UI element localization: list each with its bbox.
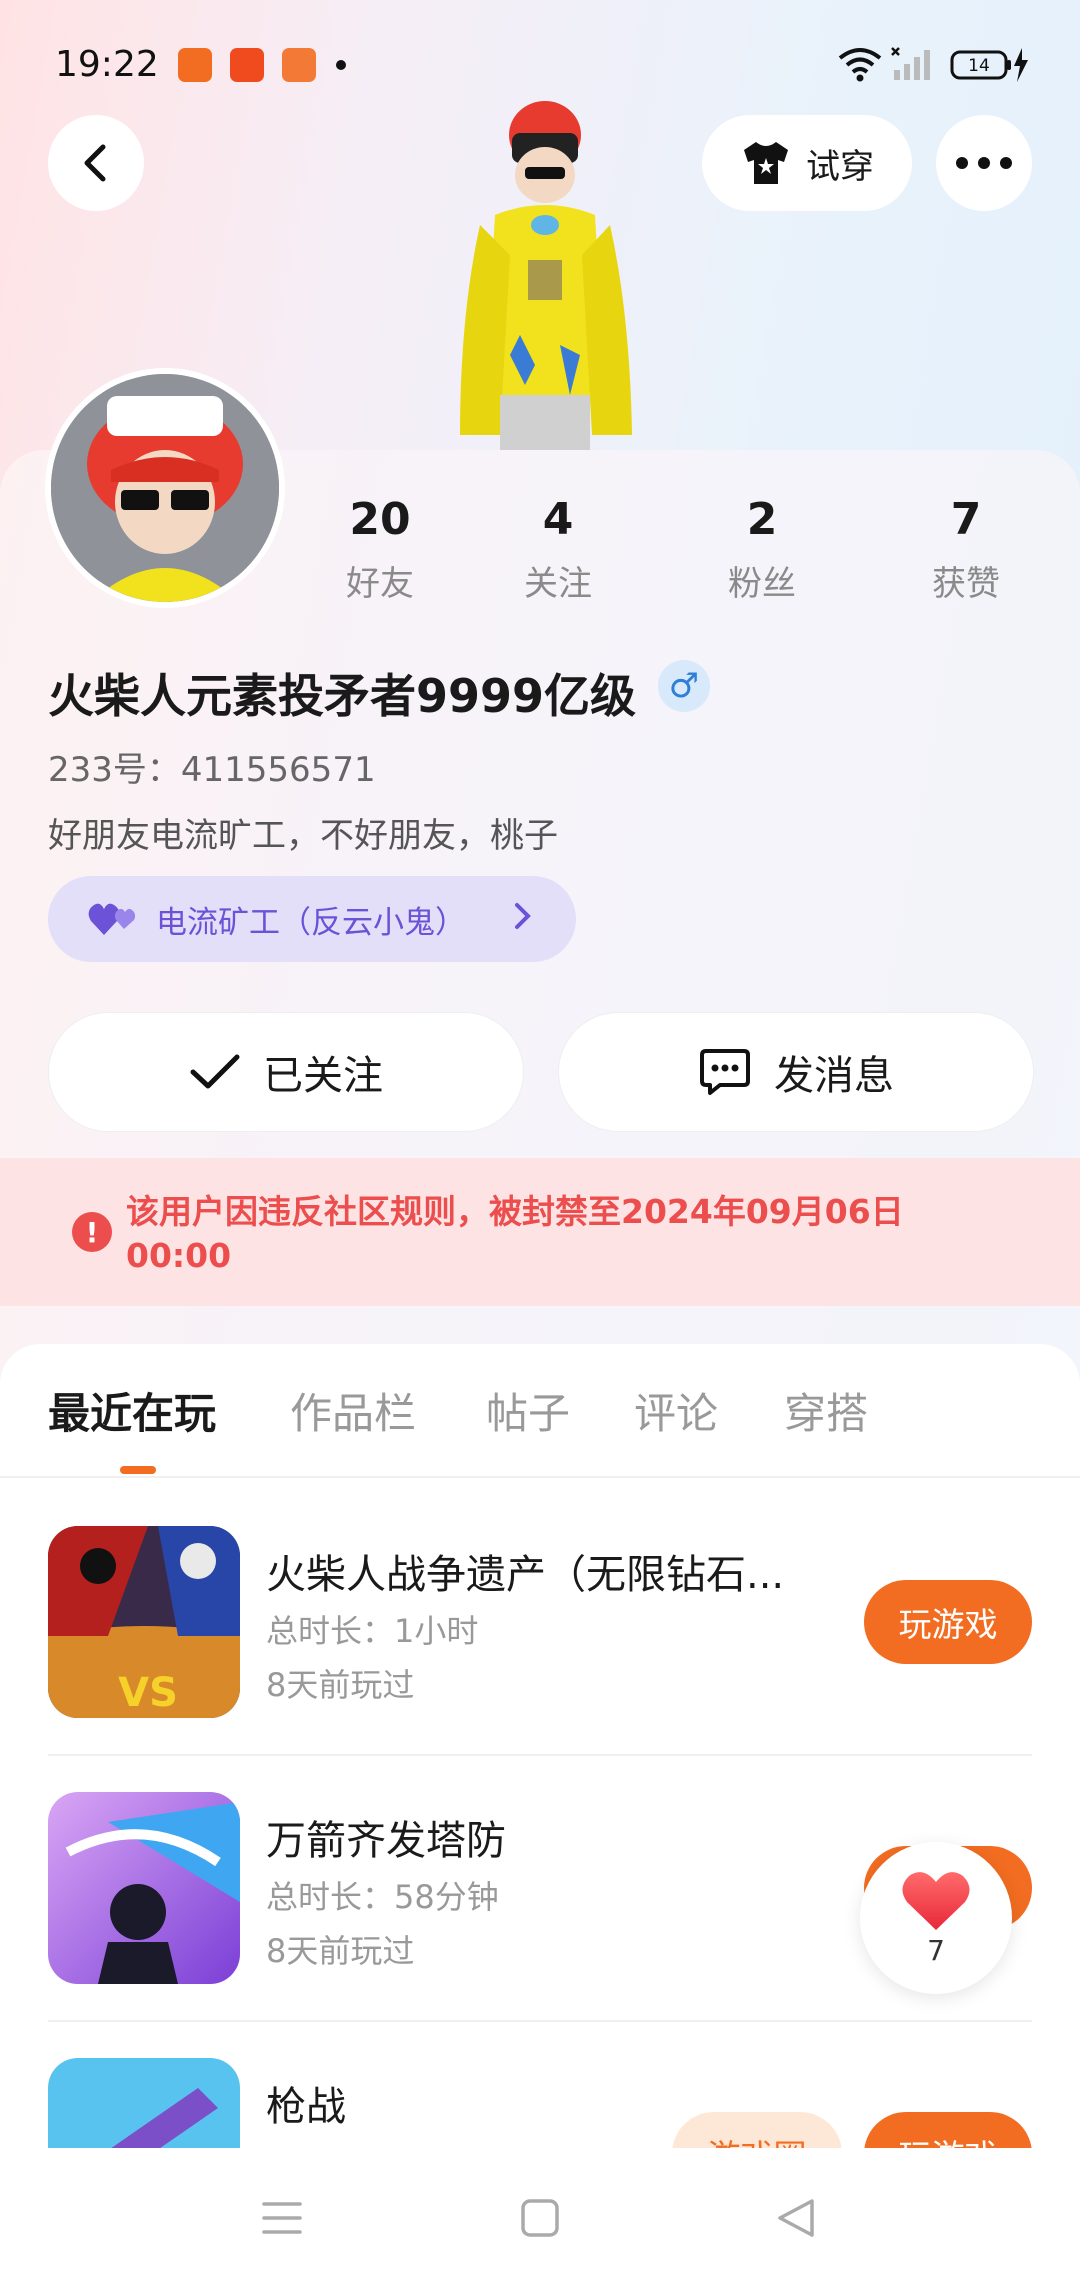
- ban-notice-text: 该用户因违反社区规则，被封禁至2024年09月06日 00:00: [126, 1192, 904, 1275]
- tab-posts[interactable]: 帖子: [486, 1380, 570, 1441]
- vs-logo: VS: [118, 1670, 178, 1716]
- chat-bubble-icon: [700, 1049, 750, 1095]
- game-duration: 总时长：1小时: [266, 1612, 479, 1650]
- game-icon: [48, 1792, 240, 1984]
- divider: [0, 1476, 1080, 1478]
- stat-value: 20: [349, 494, 411, 545]
- more-notifications-dot: [336, 60, 346, 70]
- stat-likes[interactable]: 7 获赞: [886, 492, 1046, 605]
- avatar-image: [51, 374, 279, 602]
- stat-followers[interactable]: 2 粉丝: [682, 492, 842, 605]
- tab-works[interactable]: 作品栏: [290, 1380, 416, 1441]
- stat-value: 4: [542, 494, 574, 545]
- chevron-left-icon: [84, 144, 106, 182]
- game-last-played: 8天前玩过: [266, 1666, 415, 1704]
- like-float-button[interactable]: 7: [860, 1842, 1012, 1994]
- game-last-played: 8天前玩过: [266, 1932, 415, 1970]
- following-label: 已关注: [263, 1053, 383, 1099]
- check-icon: [190, 1054, 240, 1089]
- stats-row: 20 好友 4 关注 2 粉丝 7 获赞: [300, 492, 1060, 622]
- game-duration: 总时长：58分钟: [266, 1878, 499, 1916]
- stat-label: 关注: [524, 564, 592, 604]
- game-title: 火柴人战争遗产（无限钻石...: [266, 1552, 785, 1598]
- signal-icon: [891, 47, 930, 80]
- reader-app-icon: [282, 48, 316, 82]
- app-notification-icon: [178, 48, 212, 82]
- status-time: 19:22: [55, 44, 159, 85]
- video-app-icon: [230, 48, 264, 82]
- tab-comments[interactable]: 评论: [634, 1380, 718, 1441]
- home-square-icon: [521, 2199, 559, 2237]
- tshirt-icon: [744, 142, 788, 184]
- send-message-button[interactable]: 发消息: [558, 1012, 1034, 1132]
- more-options-button[interactable]: [936, 115, 1032, 211]
- tag-label: 电流矿工（反云小鬼）: [156, 904, 466, 941]
- relationship-tag[interactable]: 电流矿工（反云小鬼）: [48, 876, 576, 962]
- battery-icon: 14: [950, 48, 1028, 82]
- game-title: 枪战: [266, 2084, 346, 2130]
- stat-friends[interactable]: 20 好友: [300, 492, 460, 605]
- gender-male-icon: ♂: [658, 660, 710, 712]
- menu-icon: [262, 2202, 302, 2234]
- avatar-illustration: [51, 374, 279, 602]
- stat-value: 2: [746, 494, 778, 545]
- tab-bar: 最近在玩 作品栏 帖子 评论 穿搭: [0, 1380, 1080, 1476]
- recent-apps-button[interactable]: [252, 2188, 312, 2248]
- wifi-icon: [838, 48, 882, 82]
- chevron-right-icon: [514, 899, 532, 939]
- more-dots-icon: [956, 157, 1012, 169]
- active-tab-indicator: [120, 1466, 156, 1474]
- warning-icon: !: [72, 1212, 112, 1252]
- bio: 好朋友电流旷工，不好朋友，桃子: [48, 816, 558, 856]
- stat-value: 7: [950, 494, 982, 545]
- avatar-character-figure: [460, 101, 632, 455]
- send-message-label: 发消息: [774, 1053, 894, 1099]
- back-triangle-icon: [778, 2199, 814, 2237]
- home-button[interactable]: [510, 2188, 570, 2248]
- back-button[interactable]: [48, 115, 144, 211]
- game-list-item[interactable]: VS 火柴人战争遗产（无限钻石... 总时长：1小时 8天前玩过 玩游戏: [0, 1490, 1080, 1756]
- heart-pair-icon: [88, 903, 136, 935]
- profile-page: 19:22 14 试穿 20 好友 4 关注 2 粉丝 7 获赞 火柴人元素投矛…: [0, 0, 1080, 2280]
- stat-label: 粉丝: [728, 564, 796, 604]
- play-game-button[interactable]: 玩游戏: [864, 1580, 1032, 1664]
- try-on-label: 试穿: [806, 146, 874, 187]
- system-nav-bar: [0, 2148, 1080, 2280]
- stat-label: 获赞: [932, 564, 1000, 604]
- stat-following[interactable]: 4 关注: [478, 492, 638, 605]
- stat-label: 好友: [346, 564, 414, 604]
- user-id[interactable]: 233号：411556571: [48, 742, 376, 791]
- username: 火柴人元素投矛者9999亿级: [48, 669, 637, 723]
- tab-recently-played[interactable]: 最近在玩: [48, 1380, 216, 1441]
- system-back-button[interactable]: [766, 2188, 826, 2248]
- try-on-button[interactable]: 试穿: [702, 115, 912, 211]
- game-title: 万箭齐发塔防: [266, 1818, 506, 1864]
- battery-level: 14: [968, 56, 990, 76]
- heart-icon: [902, 1871, 970, 1930]
- tab-outfits[interactable]: 穿搭: [784, 1380, 868, 1441]
- game-icon: VS: [48, 1526, 240, 1718]
- like-count: 7: [927, 1933, 945, 1967]
- avatar[interactable]: [45, 368, 285, 608]
- following-button[interactable]: 已关注: [48, 1012, 524, 1132]
